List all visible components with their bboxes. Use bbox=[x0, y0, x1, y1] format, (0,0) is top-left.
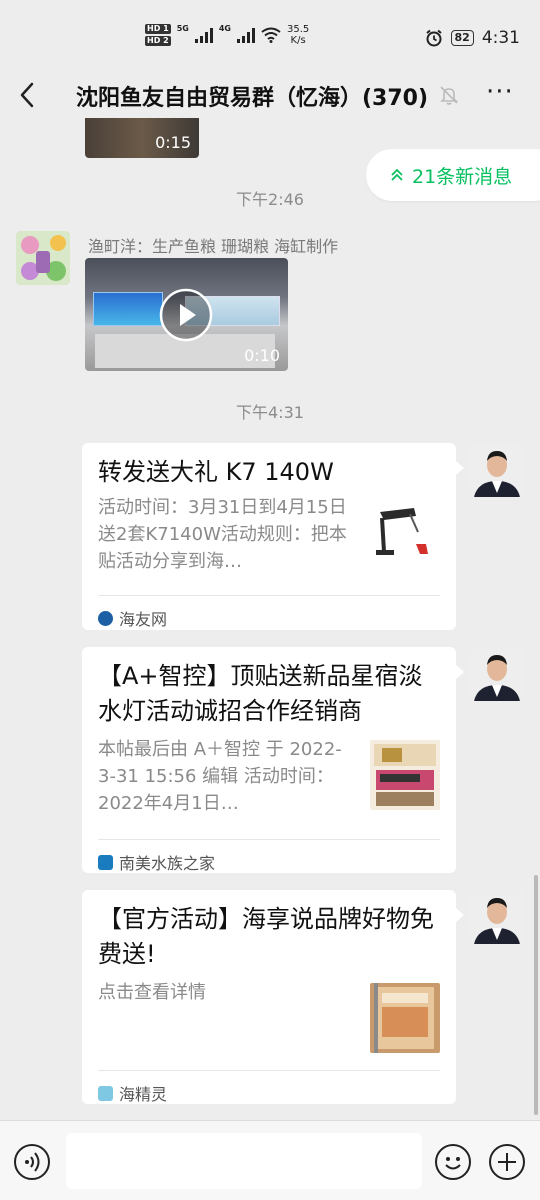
new-messages-label: 21条新消息 bbox=[412, 165, 513, 188]
card-title: 【A+智控】顶贴送新品星宿淡水灯活动诚招合作经销商 bbox=[98, 662, 423, 725]
link-card[interactable]: 【A+智控】顶贴送新品星宿淡水灯活动诚招合作经销商 本帖最后由 A＋智控 于 2… bbox=[82, 647, 464, 874]
net1-label: 5G bbox=[176, 24, 189, 33]
chat-title: 沈阳鱼友自由贸易群（忆海）(370) bbox=[76, 86, 429, 111]
link-card[interactable]: 转发送大礼 K7 140W 活动时间：3月31日到4月15日送2套K7140W活… bbox=[82, 443, 464, 630]
avatar[interactable] bbox=[16, 231, 70, 285]
source-icon bbox=[98, 610, 113, 626]
alarm-icon bbox=[425, 29, 442, 47]
card-thumbnail bbox=[370, 500, 440, 570]
signal-icon bbox=[194, 27, 213, 43]
card-source-name: 海精灵 bbox=[119, 1085, 168, 1104]
avatar[interactable] bbox=[470, 647, 524, 701]
status-right: 82 4:31 bbox=[425, 28, 520, 48]
double-chevron-up-icon bbox=[391, 168, 403, 181]
avatar[interactable] bbox=[470, 443, 524, 497]
input-bar bbox=[0, 1120, 540, 1200]
plus-icon[interactable] bbox=[489, 1144, 525, 1180]
source-icon bbox=[98, 854, 113, 870]
play-icon[interactable] bbox=[158, 287, 214, 343]
card-title: 转发送大礼 K7 140W bbox=[98, 458, 334, 486]
video-message-1[interactable]: 0:15 bbox=[85, 118, 199, 158]
scrollbar[interactable] bbox=[534, 875, 538, 1115]
net-speed-value: 35.5 bbox=[286, 24, 310, 35]
hd1-badge: HD 1 bbox=[145, 24, 171, 34]
card-source-name: 海友网 bbox=[119, 610, 168, 629]
sender-nickname: 渔町洋：生产鱼粮 珊瑚粮 海缸制作 bbox=[88, 237, 339, 256]
card-source-name: 南美水族之家 bbox=[119, 854, 216, 873]
voice-icon[interactable] bbox=[14, 1144, 50, 1180]
timestamp: 下午4:31 bbox=[236, 403, 304, 422]
wifi-icon bbox=[261, 27, 281, 43]
net-speed: 35.5 K/s bbox=[287, 24, 309, 46]
link-card[interactable]: 【官方活动】海享说品牌好物免费送! 点击查看详情 海精灵 bbox=[82, 890, 464, 1105]
avatar[interactable] bbox=[470, 890, 524, 944]
hd-indicators: HD 1 HD 2 bbox=[145, 24, 171, 46]
card-thumbnail bbox=[370, 740, 440, 810]
hd2-badge: HD 2 bbox=[145, 36, 171, 46]
card-description: 活动时间：3月31日到4月15日送2套K7140W活动规则：把本贴活动分享到海… bbox=[98, 497, 347, 572]
mute-bell-icon bbox=[440, 86, 458, 105]
status-bar: HD 1 HD 2 5G 4G 35.5 K/s 82 4:31 bbox=[0, 0, 540, 72]
card-description: 点击查看详情 bbox=[98, 982, 206, 1003]
card-source: 南美水族之家 bbox=[98, 839, 440, 874]
net2-label: 4G bbox=[218, 24, 231, 33]
signal-icon-2 bbox=[236, 27, 255, 43]
source-icon bbox=[98, 1085, 113, 1101]
battery-icon: 82 bbox=[450, 30, 474, 46]
chat-area[interactable]: 0:15 下午2:46 渔町洋：生产鱼粮 珊瑚粮 海缸制作 0:10 下午4:3… bbox=[0, 118, 540, 1120]
back-arrow-icon[interactable] bbox=[14, 80, 42, 110]
card-thumbnail bbox=[370, 983, 440, 1053]
more-icon[interactable]: ··· bbox=[486, 79, 514, 105]
net-speed-unit: K/s bbox=[290, 35, 306, 46]
card-source: 海友网 bbox=[98, 595, 440, 630]
video-duration: 0:10 bbox=[244, 346, 280, 365]
clock: 4:31 bbox=[481, 28, 520, 48]
card-description: 本帖最后由 A＋智控 于 2022-3-31 15:56 编辑 活动时间：202… bbox=[98, 739, 342, 814]
card-source: 海精灵 bbox=[98, 1070, 440, 1105]
new-messages-button[interactable]: 21条新消息 bbox=[366, 149, 540, 201]
chat-header: 沈阳鱼友自由贸易群（忆海）(370) ··· bbox=[0, 72, 540, 118]
status-left: HD 1 HD 2 5G 4G 35.5 K/s bbox=[145, 24, 309, 46]
video-duration: 0:15 bbox=[155, 133, 191, 152]
video-message-2[interactable]: 0:10 bbox=[85, 258, 288, 371]
emoji-icon[interactable] bbox=[435, 1144, 471, 1180]
card-title: 【官方活动】海享说品牌好物免费送! bbox=[98, 905, 434, 968]
message-input[interactable] bbox=[66, 1133, 422, 1189]
